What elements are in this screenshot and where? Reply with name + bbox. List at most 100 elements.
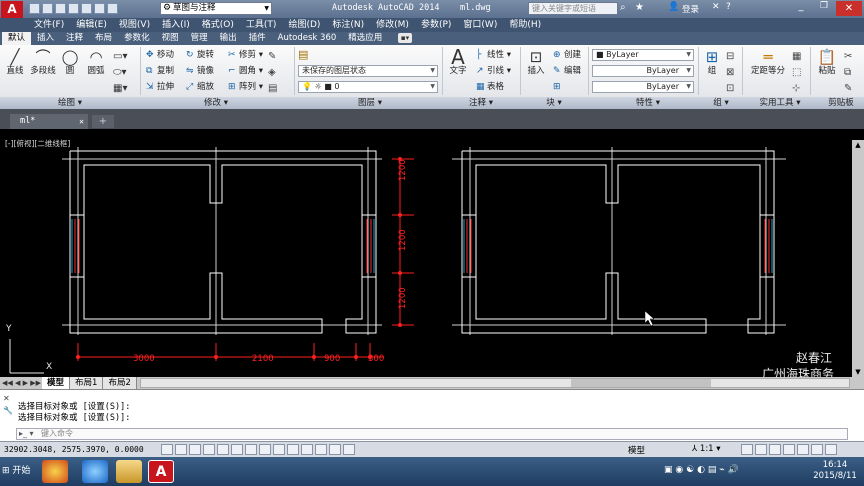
qp-icon[interactable] [315, 444, 327, 455]
save-icon[interactable] [55, 3, 66, 14]
menu-item[interactable]: 标注(N) [326, 18, 370, 32]
panel-label-block[interactable]: 块 ▾ [534, 97, 574, 109]
panel-label-groups[interactable]: 组 ▾ [704, 97, 738, 109]
layout-tab[interactable]: 布局1 [70, 377, 104, 389]
ellipse-icon[interactable]: ⬭▾ [113, 65, 127, 81]
command-settings-icon[interactable]: 🔧 [3, 406, 13, 415]
move-button[interactable]: ✥ 移动 [146, 50, 174, 61]
ungroup-icon[interactable]: ⊟ [726, 49, 734, 65]
drawing-canvas[interactable]: [-][俯视][二维线框] Y X 3000 2100 900 300 1200… [0, 129, 864, 377]
ribbon-tab[interactable]: 插入 [31, 32, 60, 45]
menu-item[interactable]: 参数(P) [415, 18, 457, 32]
trim-button[interactable]: ✂ 修剪 ▾ [228, 50, 263, 61]
hatch-icon[interactable]: ▦▾ [113, 81, 127, 97]
array-button[interactable]: ⊞ 阵列 ▾ [228, 82, 263, 93]
command-close-icon[interactable]: ✕ [3, 394, 10, 403]
start-button[interactable]: ⊞ 开始 [2, 463, 30, 476]
ribbon-tab[interactable]: 输出 [214, 32, 243, 45]
lineweight-dropdown[interactable]: ByLayer [592, 81, 694, 93]
ribbon-tab[interactable]: 视图 [156, 32, 185, 45]
scale-button[interactable]: ⤢ 缩放 [186, 82, 214, 93]
undo-icon[interactable] [94, 3, 105, 14]
search-input[interactable]: 键入关键字或短语 [528, 2, 618, 15]
clock[interactable]: 16:14 2015/8/11 [810, 460, 860, 482]
internet-explorer-icon[interactable] [82, 460, 108, 483]
workspace-switch-icon[interactable] [741, 444, 753, 455]
tray-icon[interactable]: ▤ [708, 465, 717, 475]
insert-block-button[interactable]: ⊡ 插入 [524, 48, 548, 76]
close-button[interactable]: ✕ [836, 1, 862, 16]
ducs-icon[interactable] [259, 444, 271, 455]
restore-button[interactable]: ❐ [813, 1, 835, 16]
model-space-button[interactable]: 模型 [628, 444, 645, 456]
rotate-button[interactable]: ↻ 旋转 [186, 50, 214, 61]
3dosnap-icon[interactable] [231, 444, 243, 455]
select-all-icon[interactable]: ⬚ [792, 65, 801, 81]
mirror-button[interactable]: ⇋ 镜像 [186, 66, 214, 77]
ortho-icon[interactable] [189, 444, 201, 455]
minimize-button[interactable]: _ [790, 1, 812, 16]
layout-nav-icons[interactable]: ◀◀ ◀ ▶ ▶▶ [2, 377, 41, 389]
menu-item[interactable]: 格式(O) [196, 18, 240, 32]
menu-item[interactable]: 工具(T) [240, 18, 283, 32]
scroll-up-icon[interactable]: ▲ [852, 140, 864, 150]
copy-button[interactable]: ⧉ 复制 [146, 66, 174, 77]
ribbon-tab[interactable]: 注释 [60, 32, 89, 45]
paste-button[interactable]: 📋 粘贴 [814, 48, 840, 76]
layout-tab[interactable]: 模型 [42, 377, 71, 389]
annotation-scale[interactable]: ⅄ 1:1 ▾ [692, 444, 721, 454]
redo-icon[interactable] [107, 3, 118, 14]
current-layer-dropdown[interactable]: 💡 ☼ ■ 0 [298, 81, 438, 93]
autocad-logo-icon[interactable]: A [1, 1, 23, 18]
lwt-icon[interactable] [287, 444, 299, 455]
new-tab-button[interactable]: + [92, 115, 114, 128]
arc-button[interactable]: ◠ 圆弧 [84, 48, 108, 76]
ribbon-tab[interactable]: 布局 [89, 32, 118, 45]
measure-button[interactable]: ═ 定距等分 [748, 48, 788, 76]
match-icon[interactable]: ✎ [844, 81, 852, 97]
file-explorer-icon[interactable] [116, 460, 142, 483]
menu-item[interactable]: 修改(M) [370, 18, 415, 32]
lock-icon[interactable] [755, 444, 767, 455]
tray-icon[interactable]: ◉ [675, 465, 683, 475]
ribbon-tab[interactable]: 管理 [185, 32, 214, 45]
quick-calc-icon[interactable]: ▦ [792, 49, 801, 65]
hscroll-thumb[interactable] [571, 379, 711, 387]
menu-item[interactable]: 视图(V) [113, 18, 156, 32]
search-icon[interactable]: ⌕ [620, 2, 626, 13]
sc-icon[interactable] [329, 444, 341, 455]
dyn-icon[interactable] [273, 444, 285, 455]
edit-block-button[interactable]: ✎ 编辑 [553, 66, 581, 77]
polar-icon[interactable] [203, 444, 215, 455]
isolate-icon[interactable] [783, 444, 795, 455]
menu-item[interactable]: 编辑(E) [70, 18, 113, 32]
tray-icon[interactable]: ☯ [686, 465, 694, 475]
menu-item[interactable]: 插入(I) [156, 18, 196, 32]
grid-icon[interactable] [175, 444, 187, 455]
menu-item[interactable]: 文件(F) [28, 18, 70, 32]
ribbon-tab[interactable]: Autodesk 360 [272, 32, 343, 45]
osnap-icon[interactable] [217, 444, 229, 455]
copy-clip-icon[interactable]: ⧉ [844, 65, 852, 81]
group-select-icon[interactable]: ⊡ [726, 81, 734, 97]
panel-label-annotation[interactable]: 注释 ▾ [456, 97, 506, 109]
explode-icon[interactable]: ◈ [268, 65, 277, 81]
open-icon[interactable] [42, 3, 53, 14]
line-button[interactable]: ╱ 直线 [3, 48, 27, 76]
workspace-dropdown[interactable]: ⚙ 草图与注释 ▼ [160, 2, 272, 15]
group-button[interactable]: ⊞ 组 [701, 48, 723, 76]
stretch-button[interactable]: ⇲ 拉伸 [146, 82, 174, 93]
close-tab-icon[interactable]: ✕ [79, 114, 84, 129]
volume-icon[interactable]: 🔊 [728, 465, 739, 475]
text-button[interactable]: A 文字 [446, 47, 470, 76]
save-as-icon[interactable] [68, 3, 79, 14]
tray-icon[interactable]: ▣ [664, 465, 673, 475]
create-block-button[interactable]: ⊕ 创建 [553, 50, 581, 61]
coordinates-readout[interactable]: 32902.3048, 2575.3970, 0.0000 [4, 445, 144, 454]
panel-label-draw[interactable]: 绘图 ▾ [40, 97, 100, 109]
circle-button[interactable]: ◯ 圆 [59, 48, 81, 76]
lightbulb-status-icon[interactable] [797, 444, 809, 455]
hardware-accel-icon[interactable] [769, 444, 781, 455]
star-icon[interactable]: ★ [635, 2, 644, 13]
layer-properties-icon[interactable]: ▤ [298, 48, 308, 61]
